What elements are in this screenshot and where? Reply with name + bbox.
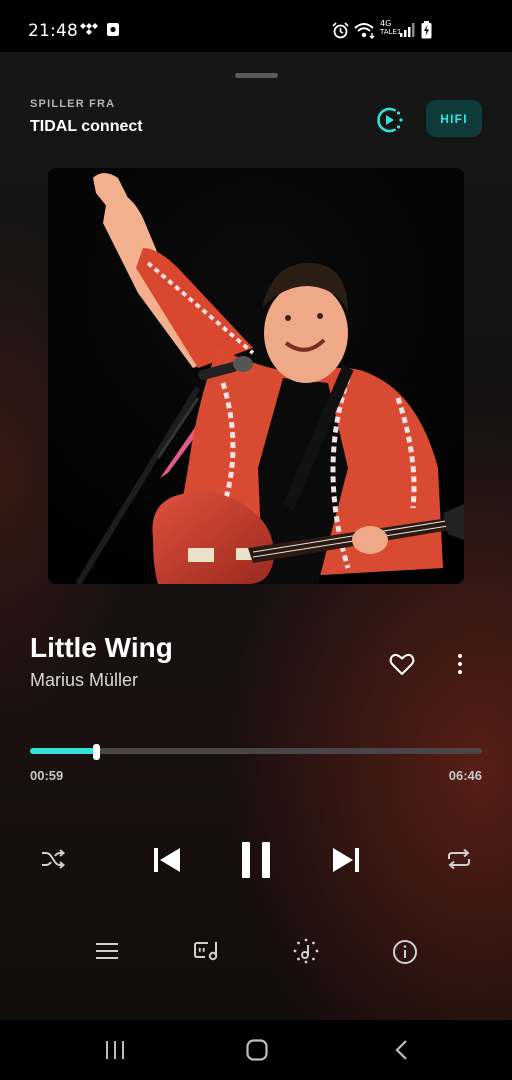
favorite-button[interactable] [388,650,416,678]
progress-thumb[interactable] [93,744,100,760]
status-time: 21:48 [28,21,78,41]
info-button[interactable] [392,939,418,965]
pause-button[interactable] [240,840,272,880]
back-icon [395,1040,407,1060]
now-playing-sheet: SPILLER FRA TIDAL connect HIFI Little Wi… [0,52,512,1020]
home-button[interactable] [246,1039,268,1061]
next-button[interactable] [332,846,360,874]
shuffle-icon [42,849,66,869]
drag-handle[interactable] [235,73,278,78]
hifi-quality-badge[interactable]: HIFI [426,100,482,137]
source-name[interactable]: TIDAL connect [30,118,143,136]
tidal-connect-button[interactable] [374,104,406,136]
info-icon [393,940,417,964]
track-title: Little Wing [30,632,173,663]
network-indicator: 4G TALE1 [380,19,402,37]
repeat-icon [448,848,470,870]
signal-icon [400,22,416,38]
wifi-icon [354,22,376,39]
next-icon [333,848,359,872]
playing-from-label: SPILLER FRA [30,98,116,110]
album-artwork [48,168,464,584]
total-time: 06:46 [448,768,482,783]
queue-icon [96,943,118,959]
credits-button[interactable] [293,938,319,964]
lyrics-button[interactable] [193,939,221,963]
more-options-button[interactable] [450,650,470,678]
shuffle-button[interactable] [40,848,66,870]
progress-slider[interactable] [30,744,482,760]
previous-icon [154,848,180,872]
recents-icon [106,1041,124,1059]
track-artist[interactable]: Marius Müller [30,670,138,691]
heart-icon [389,653,415,675]
network-type-label: 4G [380,19,392,28]
queue-button[interactable] [95,940,119,962]
tidal-icon [80,22,98,36]
progress-fill [30,748,96,754]
recorder-icon [106,22,120,37]
tidal-connect-icon [377,107,403,133]
carrier-label: TALE1 [380,28,402,36]
repeat-button[interactable] [446,848,472,870]
home-icon [246,1039,268,1061]
more-vertical-icon [458,654,462,674]
previous-button[interactable] [153,846,181,874]
pause-icon [242,842,270,878]
alarm-icon [332,22,349,39]
lyrics-icon [194,942,218,961]
credits-icon [293,938,319,964]
elapsed-time: 00:59 [30,768,64,783]
battery-charging-icon [421,21,432,39]
recents-button[interactable] [104,1040,126,1060]
status-bar: 21:48 4G TALE1 [0,0,512,56]
back-button[interactable] [394,1039,408,1061]
system-nav-bar [0,1020,512,1080]
